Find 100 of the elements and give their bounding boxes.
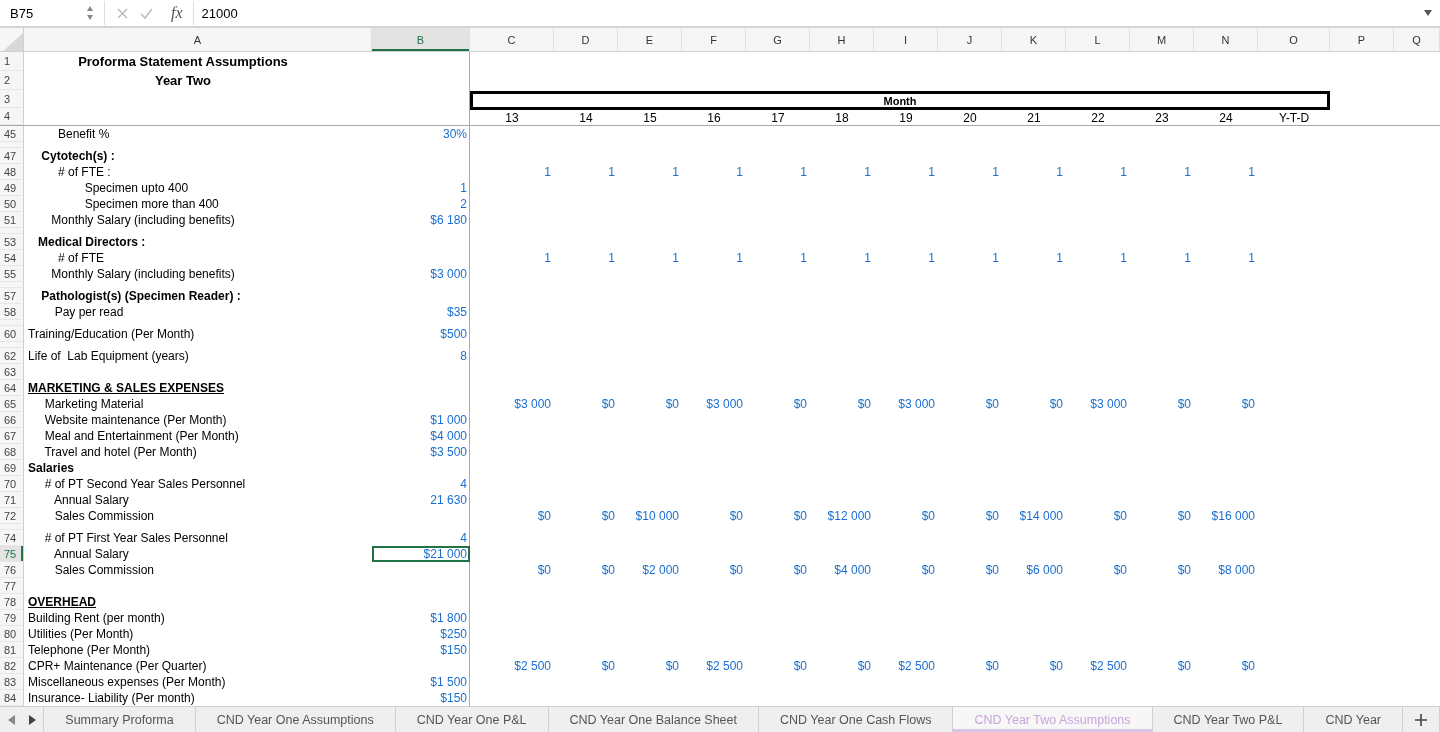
- row-header[interactable]: 79: [0, 610, 24, 626]
- row-header[interactable]: 62: [0, 348, 24, 364]
- row-header[interactable]: 71: [0, 492, 24, 508]
- table-cell: $3 500: [372, 444, 470, 460]
- check-icon[interactable]: [140, 7, 153, 19]
- column-header[interactable]: E: [618, 28, 682, 51]
- row-header[interactable]: 67: [0, 428, 24, 444]
- column-header[interactable]: M: [1130, 28, 1194, 51]
- formula-field[interactable]: 21000: [193, 5, 1424, 21]
- collapsed-row-header[interactable]: [0, 342, 24, 348]
- row-header[interactable]: 82: [0, 658, 24, 674]
- section-heading: OVERHEAD: [27, 595, 97, 609]
- row-header[interactable]: 57: [0, 288, 24, 304]
- month-number: 15: [642, 111, 658, 125]
- dropdown-icon[interactable]: [1424, 10, 1432, 16]
- table-cell-text: $0: [1112, 508, 1128, 524]
- table-cell: 1: [372, 180, 470, 196]
- stepper-icon[interactable]: [86, 5, 94, 21]
- table-cell: $1 500: [372, 674, 470, 690]
- table-cell-text: $3 000: [897, 396, 936, 412]
- row-header[interactable]: 66: [0, 412, 24, 428]
- table-cell: $6 180: [372, 212, 470, 228]
- previous-sheet-icon[interactable]: [7, 714, 15, 725]
- row-header[interactable]: 75: [0, 546, 24, 562]
- row-header[interactable]: 69: [0, 460, 24, 476]
- row-label: Annual Salary: [53, 547, 130, 561]
- sheet-tab[interactable]: Summary Proforma: [44, 707, 196, 732]
- sheet-tab[interactable]: CND Year: [1304, 707, 1403, 732]
- row-header[interactable]: 80: [0, 626, 24, 642]
- table-cell: $500: [372, 326, 470, 342]
- row-header[interactable]: 58: [0, 304, 24, 320]
- table-cell-text: $0: [792, 508, 808, 524]
- row-header[interactable]: 4: [0, 108, 24, 125]
- table-cell-text: 1: [927, 164, 936, 180]
- row-label: Annual Salary: [53, 493, 130, 507]
- row-header[interactable]: 45: [0, 126, 24, 142]
- column-header[interactable]: N: [1194, 28, 1258, 51]
- row-header[interactable]: 64: [0, 380, 24, 396]
- row-header[interactable]: 2: [0, 71, 24, 90]
- row-header[interactable]: 84: [0, 690, 24, 706]
- sheet-tab[interactable]: CND Year One Assumptions: [195, 707, 396, 732]
- column-header[interactable]: F: [682, 28, 746, 51]
- row-header[interactable]: 63: [0, 364, 24, 380]
- cancel-icon[interactable]: [117, 7, 128, 19]
- sheet-tab[interactable]: CND Year One P&L: [395, 707, 549, 732]
- sheet-tab[interactable]: CND Year One Balance Sheet: [548, 707, 759, 732]
- collapsed-row-header[interactable]: [0, 142, 24, 148]
- row-header[interactable]: 54: [0, 250, 24, 266]
- column-header[interactable]: B: [372, 28, 470, 51]
- table-cell-text: $0: [600, 396, 616, 412]
- function-label[interactable]: fx: [171, 4, 183, 22]
- row-header[interactable]: 47: [0, 148, 24, 164]
- collapsed-row-header[interactable]: [0, 524, 24, 530]
- sheet-tab[interactable]: CND Year Two P&L: [1152, 707, 1305, 732]
- column-header[interactable]: L: [1066, 28, 1130, 51]
- collapsed-row-header[interactable]: [0, 228, 24, 234]
- row-label: Specimen more than 400: [83, 197, 220, 211]
- row-label: # of FTE :: [57, 165, 112, 179]
- table-cell-text: $0: [792, 396, 808, 412]
- row-header[interactable]: 49: [0, 180, 24, 196]
- table-cell-text: 1: [607, 250, 616, 266]
- table-cell-text: $2 500: [705, 658, 744, 674]
- row-header[interactable]: 65: [0, 396, 24, 412]
- row-header[interactable]: 51: [0, 212, 24, 228]
- table-cell-text: 1: [1247, 250, 1256, 266]
- row-header[interactable]: 48: [0, 164, 24, 180]
- column-header[interactable]: P: [1330, 28, 1394, 51]
- row-header[interactable]: 83: [0, 674, 24, 690]
- table-cell-text: $2 000: [641, 562, 680, 578]
- column-header[interactable]: J: [938, 28, 1002, 51]
- row-header[interactable]: 60: [0, 326, 24, 342]
- collapsed-row-header[interactable]: [0, 320, 24, 326]
- column-header[interactable]: Q: [1394, 28, 1440, 51]
- column-header[interactable]: O: [1258, 28, 1330, 51]
- row-header[interactable]: 76: [0, 562, 24, 578]
- column-header[interactable]: G: [746, 28, 810, 51]
- name-box[interactable]: B75: [0, 5, 80, 21]
- column-header[interactable]: I: [874, 28, 938, 51]
- row-header[interactable]: 3: [0, 90, 24, 108]
- row-header[interactable]: 70: [0, 476, 24, 492]
- table-cell-text: 1: [735, 164, 744, 180]
- next-sheet-icon[interactable]: [28, 714, 36, 725]
- row-header[interactable]: 78: [0, 594, 24, 610]
- column-header[interactable]: D: [554, 28, 618, 51]
- column-header[interactable]: K: [1002, 28, 1066, 51]
- column-header[interactable]: H: [810, 28, 874, 51]
- row-header[interactable]: 77: [0, 578, 24, 594]
- row-header[interactable]: 1: [0, 52, 24, 71]
- row-header[interactable]: 53: [0, 234, 24, 250]
- row-header[interactable]: 55: [0, 266, 24, 282]
- row-header[interactable]: 74: [0, 530, 24, 546]
- row-header[interactable]: 50: [0, 196, 24, 212]
- column-header[interactable]: C: [470, 28, 554, 51]
- table-cell-text: $0: [920, 562, 936, 578]
- table-cell: 30%: [372, 126, 470, 142]
- table-cell-text: $0: [664, 396, 680, 412]
- collapsed-row-header[interactable]: [0, 282, 24, 288]
- row-header[interactable]: 81: [0, 642, 24, 658]
- row-header[interactable]: 68: [0, 444, 24, 460]
- row-header[interactable]: 72: [0, 508, 24, 524]
